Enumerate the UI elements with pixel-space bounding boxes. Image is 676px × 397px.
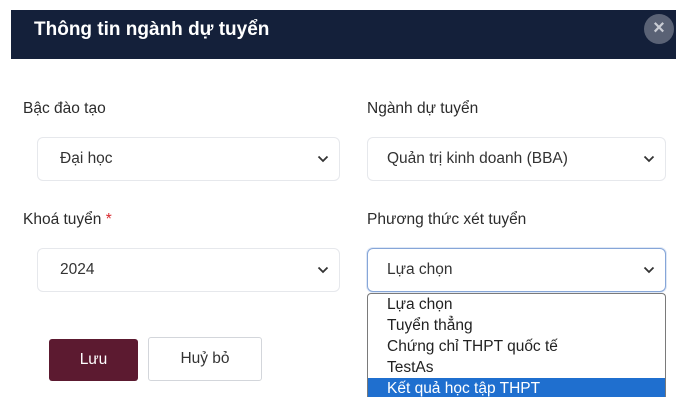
level-select-value: Đại học — [60, 150, 113, 167]
save-button[interactable]: Lưu — [49, 339, 138, 381]
method-option[interactable]: Lựa chọn — [368, 294, 665, 315]
method-option-highlighted[interactable]: Kết quả học tập THPT — [368, 378, 665, 397]
method-label: Phương thức xét tuyển — [367, 211, 527, 228]
method-option[interactable]: TestAs — [368, 357, 665, 378]
method-option[interactable]: Tuyển thẳng — [368, 315, 665, 336]
major-select[interactable]: Quản trị kinh doanh (BBA) — [367, 137, 666, 181]
method-select-value: Lựa chọn — [387, 261, 453, 278]
method-option[interactable]: Chứng chỉ THPT quốc tế — [368, 336, 665, 357]
method-dropdown-list: Lựa chọn Tuyển thẳng Chứng chỉ THPT quốc… — [367, 293, 666, 397]
modal-header: Thông tin ngành dự tuyển — [11, 10, 676, 59]
method-select[interactable]: Lựa chọn — [367, 248, 666, 292]
major-label: Ngành dự tuyển — [367, 100, 479, 117]
modal-title: Thông tin ngành dự tuyển — [34, 19, 270, 40]
chevron-down-icon — [317, 266, 329, 274]
intake-select-value: 2024 — [60, 261, 95, 278]
chevron-down-icon — [643, 266, 655, 274]
chevron-down-icon — [317, 155, 329, 163]
intake-label: Khoá tuyển * — [23, 211, 112, 229]
level-label: Bậc đào tạo — [23, 100, 106, 117]
close-icon[interactable]: × — [644, 14, 674, 44]
intake-label-text: Khoá tuyển — [23, 211, 102, 228]
major-select-value: Quản trị kinh doanh (BBA) — [387, 150, 568, 167]
cancel-button[interactable]: Huỷ bỏ — [148, 337, 262, 381]
required-mark: * — [105, 211, 112, 228]
chevron-down-icon — [643, 155, 655, 163]
intake-select[interactable]: 2024 — [37, 248, 340, 292]
level-select[interactable]: Đại học — [37, 137, 340, 181]
